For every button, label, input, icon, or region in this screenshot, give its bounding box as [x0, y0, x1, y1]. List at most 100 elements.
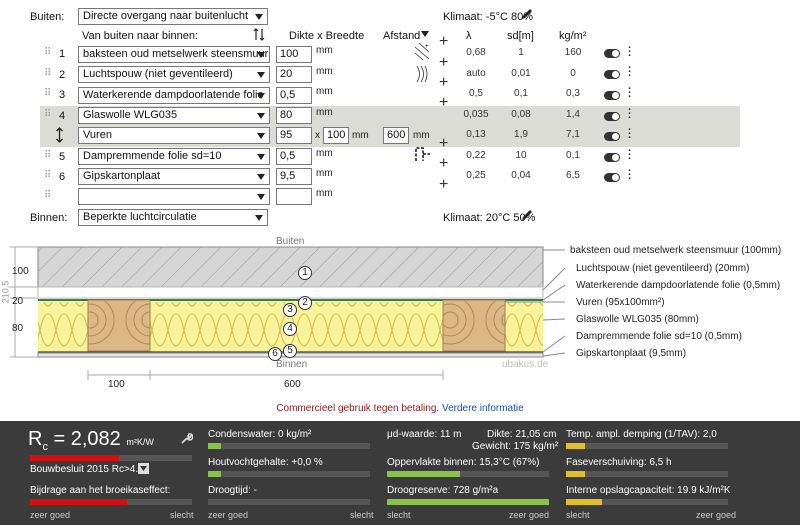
add-layer-button[interactable]: + [439, 34, 448, 50]
layer-material-select[interactable]: Waterkerende dampdoorlatende folie [78, 87, 270, 104]
layer-toggle[interactable] [604, 153, 620, 162]
add-layer-button[interactable]: + [439, 95, 448, 111]
density-column-header: kg/m² [559, 30, 587, 42]
layer-material-value: Vuren [83, 129, 112, 141]
phase-label: Faseverschuiving: 6,5 h [566, 457, 672, 468]
sd-value: 0,01 [511, 68, 531, 79]
drying-label: Droogtijd: - [208, 485, 257, 496]
layer-toggle[interactable] [604, 132, 620, 141]
more-options-icon[interactable]: · · · [628, 84, 632, 103]
diagram-inside-label: Binnen [276, 359, 308, 370]
add-layer-button[interactable]: + [439, 177, 448, 193]
outside-condition-value: Directe overgang naar buitenlucht [83, 10, 249, 22]
drag-handle-icon[interactable]: ⠿ [44, 151, 51, 161]
lambda-value: 0,25 [466, 170, 486, 181]
layer-material-select[interactable]: Gipskartonplaat [78, 168, 270, 185]
chevron-down-icon[interactable] [138, 463, 149, 474]
condensate-bar [208, 443, 370, 449]
layer-spacing-input[interactable]: 600 [383, 127, 409, 144]
layer-thickness-input[interactable]: 80 [276, 107, 312, 124]
chevron-down-icon [255, 215, 263, 221]
layer-toggle[interactable] [604, 70, 620, 79]
rc-label: R [28, 428, 43, 450]
timber-stud-2 [442, 299, 506, 352]
drag-handle-icon[interactable]: ⠿ [44, 48, 51, 58]
sd-value: 10 [515, 150, 527, 161]
new-layer-thickness-input[interactable] [276, 188, 312, 205]
add-layer-button[interactable]: + [439, 156, 448, 172]
layer-thickness-input[interactable]: 100 [276, 46, 312, 63]
layer-material-select[interactable]: baksteen oud metselwerk steensmuur [78, 46, 270, 63]
sd-value: 0,04 [511, 170, 531, 181]
more-options-icon[interactable]: · · · [628, 146, 632, 165]
new-layer-select[interactable] [78, 188, 270, 205]
rc-result: Rc = 2,082 m²K/W [28, 428, 154, 453]
drag-handle-icon[interactable]: ⠿ [44, 89, 51, 99]
thickness-column-header: Dikte x Breedte [289, 30, 365, 42]
more-options-icon[interactable]: · · · [628, 43, 632, 62]
layer-toggle[interactable] [604, 49, 620, 58]
more-options-icon[interactable]: · · · [628, 105, 632, 124]
add-layer-button[interactable]: + [439, 136, 448, 152]
layer-thickness-input[interactable]: 0,5 [276, 148, 312, 165]
legend-item: Waterkerende dampdoorlatende folie (0,5m… [576, 280, 781, 291]
wrench-icon[interactable] [180, 432, 193, 445]
layer-marker: 3 [283, 303, 297, 317]
unit-label: mm [316, 168, 333, 179]
layer-material-select[interactable]: Vuren [78, 127, 270, 144]
layer-thickness-input[interactable]: 95 [276, 127, 312, 144]
pencil-icon[interactable] [521, 8, 533, 20]
layer-thickness-input[interactable]: 20 [276, 66, 312, 83]
spacing-column-header: Afstand [383, 30, 421, 42]
inside-condition-value: Beperkte luchtcirculatie [83, 211, 197, 223]
layer-width-input[interactable]: 100 [323, 127, 349, 144]
outside-condition-select[interactable]: Directe overgang naar buitenlucht [78, 8, 268, 25]
lambda-value: auto [466, 68, 486, 79]
drag-handle-icon[interactable]: ⠿ [44, 171, 51, 181]
dim-total: 210,5 [0, 280, 11, 304]
scale-good: zeer goed [30, 510, 71, 520]
sd-value: 0,08 [511, 109, 531, 120]
layer-material-value: Waterkerende dampdoorlatende folie [83, 89, 264, 101]
drag-handle-icon[interactable]: ⠿ [44, 69, 51, 79]
layer-material-select[interactable]: Glaswolle WLG035 [78, 107, 270, 124]
vertical-resize-icon[interactable] [55, 127, 64, 143]
scale-good: zeer goed [208, 510, 249, 520]
lambda-value: 0,5 [469, 88, 483, 99]
layer-number: 1 [59, 48, 66, 60]
add-layer-button[interactable]: + [439, 75, 448, 91]
chevron-down-icon [257, 113, 265, 119]
unit-label: mm [316, 66, 333, 77]
layer-toggle[interactable] [604, 91, 620, 100]
drag-handle-icon[interactable]: ⠿ [44, 110, 51, 120]
more-options-icon[interactable]: · · · [628, 166, 632, 185]
capacity-label: Interne opslagcapaciteit: 19.9 kJ/m²K [566, 485, 731, 496]
thickness-label: Dikte: 21,05 cm [487, 429, 557, 440]
more-info-link[interactable]: Verdere informatie [442, 403, 524, 414]
drying-reserve-label: Droogreserve: 728 g/m²a [387, 485, 499, 496]
layer-material-value: Luchtspouw (niet geventileerd) [83, 68, 233, 80]
inside-condition-select[interactable]: Beperkte luchtcirculatie [78, 209, 268, 226]
more-options-icon[interactable]: · · · [628, 125, 632, 144]
sort-icon[interactable] [253, 28, 265, 41]
chevron-down-icon[interactable] [421, 31, 429, 37]
drag-handle-icon[interactable]: ⠿ [44, 191, 51, 201]
add-layer-button[interactable]: + [439, 55, 448, 71]
layer-toggle[interactable] [604, 112, 620, 121]
more-options-icon[interactable]: · · · [628, 63, 632, 82]
pencil-icon[interactable] [521, 209, 533, 221]
layer-toggle[interactable] [604, 173, 620, 182]
layer-thickness-input[interactable]: 0,5 [276, 87, 312, 104]
layer-marker: 4 [283, 322, 297, 336]
sd-value: 0,1 [514, 88, 528, 99]
weight-label: Gewicht: 175 kg/m² [472, 441, 559, 452]
layer-material-select[interactable]: Dampremmende folie sd=10 [78, 148, 270, 165]
density-value: 160 [564, 47, 582, 58]
layer-thickness-input[interactable]: 9,5 [276, 168, 312, 185]
surface-temp-label: Oppervlakte binnen: 15,3°C (67%) [387, 457, 540, 468]
density-value: 7,1 [566, 129, 580, 140]
surface-temp-bar [387, 471, 549, 477]
drying-reserve-bar [387, 499, 549, 505]
layer-marker: 6 [268, 347, 282, 361]
layer-material-select[interactable]: Luchtspouw (niet geventileerd) [78, 66, 270, 83]
